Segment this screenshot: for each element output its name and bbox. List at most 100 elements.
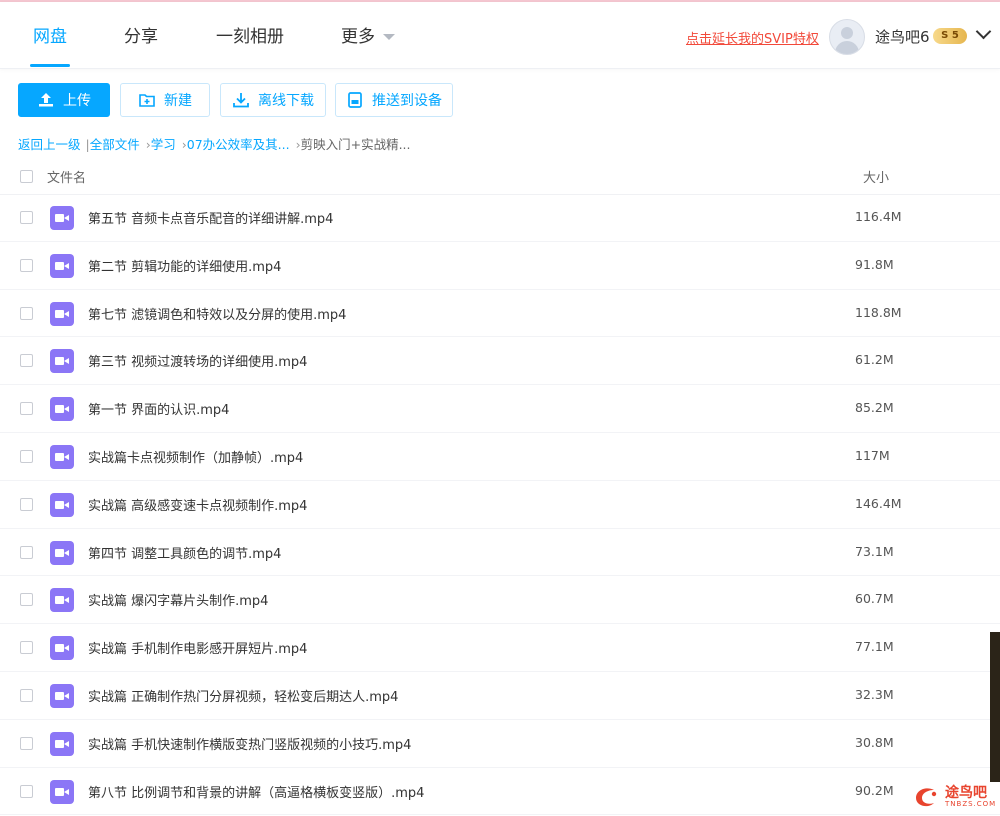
- breadcrumb-item-current: 剪映入门+实战精...: [300, 137, 411, 152]
- file-name[interactable]: 实战篇 高级感变速卡点视频制作.mp4: [88, 495, 307, 514]
- file-list: 第五节 音频卡点音乐配音的详细讲解.mp4 116.4M 第二节 剪辑功能的详细使用…: [0, 194, 1000, 816]
- file-checkbox[interactable]: [20, 641, 33, 655]
- nav-tab-more[interactable]: 更多: [341, 22, 395, 47]
- file-name[interactable]: 实战篇 手机快速制作横版变热门竖版视频的小技巧.mp4: [88, 734, 411, 753]
- breadcrumb-item-office[interactable]: 07办公效率及其...: [187, 137, 290, 152]
- file-name[interactable]: 实战篇 手机制作电影感开屏短片.mp4: [88, 638, 307, 657]
- breadcrumb-item-all-files[interactable]: 全部文件: [90, 137, 140, 152]
- avatar-body: [835, 41, 859, 54]
- file-checkbox[interactable]: [20, 688, 33, 702]
- file-size: 60.7M: [855, 591, 894, 607]
- file-checkbox[interactable]: [20, 736, 33, 750]
- new-folder-icon: [139, 94, 155, 107]
- watermark-logo-icon: [916, 788, 937, 807]
- video-file-icon: [50, 540, 74, 565]
- watermark: 途鸟吧 TNBZS.COM: [912, 780, 996, 814]
- chevron-down-icon: [383, 34, 395, 40]
- file-name[interactable]: 第三节 视频过渡转场的详细使用.mp4: [88, 351, 307, 370]
- nav-tab-album[interactable]: 一刻相册: [216, 22, 284, 47]
- push-to-device-button[interactable]: 推送到设备: [335, 83, 453, 117]
- nav-tab-share[interactable]: 分享: [124, 22, 158, 47]
- file-size: 118.8M: [855, 304, 902, 320]
- file-row[interactable]: 实战篇卡点视频制作（加静帧）.mp4 117M: [0, 433, 1000, 481]
- column-header-size[interactable]: 大小: [863, 167, 889, 186]
- upload-label: 上传: [63, 93, 91, 109]
- file-row[interactable]: 第一节 界面的认识.mp4 85.2M: [0, 385, 1000, 433]
- file-row[interactable]: 第三节 视频过渡转场的详细使用.mp4 61.2M: [0, 337, 1000, 386]
- top-header: 网盘 分享 一刻相册 更多 点击延长我的SVIP特权 途鸟吧6 S 5: [0, 2, 1000, 69]
- video-file-icon: [50, 301, 74, 326]
- file-row[interactable]: 实战篇 高级感变速卡点视频制作.mp4 146.4M: [0, 481, 1000, 529]
- file-row[interactable]: 实战篇 手机制作电影感开屏短片.mp4 77.1M: [0, 624, 1000, 672]
- file-size: 85.2M: [855, 400, 894, 416]
- file-size: 117M: [855, 447, 890, 463]
- file-checkbox[interactable]: [20, 449, 33, 463]
- file-name[interactable]: 实战篇 正确制作热门分屏视频，轻松变后期达人.mp4: [88, 686, 398, 705]
- vip-level: 5: [951, 30, 959, 41]
- video-file-icon: [50, 397, 74, 422]
- file-name[interactable]: 第七节 滤镜调色和特效以及分屏的使用.mp4: [88, 304, 346, 323]
- user-menu-chevron-icon[interactable]: [975, 23, 992, 40]
- file-name[interactable]: 第八节 比例调节和背景的讲解（高逼格横板变竖版）.mp4: [88, 782, 424, 801]
- video-file-icon: [50, 731, 74, 756]
- file-row[interactable]: 第四节 调整工具颜色的调节.mp4 73.1M: [0, 529, 1000, 577]
- avatar[interactable]: [829, 19, 865, 55]
- video-file-icon: [50, 779, 74, 804]
- file-size: 146.4M: [855, 495, 902, 511]
- file-checkbox[interactable]: [20, 306, 33, 320]
- offline-download-button[interactable]: 离线下载: [220, 83, 326, 117]
- file-row[interactable]: 实战篇 手机快速制作横版变热门竖版视频的小技巧.mp4 30.8M: [0, 720, 1000, 768]
- file-list-header: 文件名 大小: [0, 158, 1000, 195]
- video-file-icon: [50, 492, 74, 517]
- file-checkbox[interactable]: [20, 784, 33, 798]
- nav-active-indicator: [30, 64, 70, 67]
- file-row[interactable]: 第七节 滤镜调色和特效以及分屏的使用.mp4 118.8M: [0, 290, 1000, 338]
- file-size: 61.2M: [855, 352, 894, 368]
- file-checkbox[interactable]: [20, 497, 33, 511]
- file-checkbox[interactable]: [20, 211, 33, 224]
- file-checkbox[interactable]: [20, 545, 33, 559]
- file-row[interactable]: 实战篇 正确制作热门分屏视频，轻松变后期达人.mp4 32.3M: [0, 672, 1000, 720]
- file-checkbox[interactable]: [20, 593, 33, 607]
- file-size: 91.8M: [855, 256, 894, 272]
- file-name[interactable]: 第一节 界面的认识.mp4: [88, 399, 229, 418]
- video-file-icon: [50, 636, 74, 661]
- breadcrumb-back[interactable]: 返回上一级: [18, 137, 81, 152]
- nav-tab-netdisk[interactable]: 网盘: [33, 22, 67, 47]
- watermark-text: 途鸟吧: [945, 785, 987, 801]
- push-to-device-label: 推送到设备: [372, 93, 442, 109]
- select-all-checkbox[interactable]: [20, 170, 33, 183]
- file-name[interactable]: 第二节 剪辑功能的详细使用.mp4: [88, 256, 281, 275]
- vip-level-badge: S 5: [933, 28, 967, 44]
- file-row[interactable]: 实战篇 爆闪字幕片头制作.mp4 60.7M: [0, 576, 1000, 625]
- file-checkbox[interactable]: [20, 354, 33, 368]
- file-name[interactable]: 实战篇 爆闪字幕片头制作.mp4: [88, 590, 268, 609]
- upload-button[interactable]: 上传: [18, 83, 110, 117]
- new-folder-label: 新建: [164, 93, 192, 109]
- video-file-icon: [50, 349, 74, 374]
- new-folder-button[interactable]: 新建: [120, 83, 210, 117]
- file-row[interactable]: 第五节 音频卡点音乐配音的详细讲解.mp4 116.4M: [0, 194, 1000, 242]
- breadcrumb: 返回上一级 |全部文件 ›学习 ›07办公效率及其... ›剪映入门+实战精...: [18, 134, 411, 153]
- watermark-subtext: TNBZS.COM: [945, 800, 997, 808]
- file-checkbox[interactable]: [20, 258, 33, 272]
- file-row[interactable]: 第八节 比例调节和背景的讲解（高逼格横板变竖版）.mp4 90.2M: [0, 768, 1000, 816]
- download-icon: [233, 93, 249, 108]
- avatar-head: [841, 27, 853, 39]
- username[interactable]: 途鸟吧6: [875, 26, 930, 47]
- file-name[interactable]: 实战篇卡点视频制作（加静帧）.mp4: [88, 447, 303, 466]
- video-file-icon: [50, 588, 74, 613]
- file-checkbox[interactable]: [20, 402, 33, 416]
- side-image-strip: [990, 632, 1000, 782]
- video-file-icon: [50, 206, 74, 230]
- breadcrumb-item-study[interactable]: 学习: [151, 137, 176, 152]
- file-name[interactable]: 第五节 音频卡点音乐配音的详细讲解.mp4: [88, 208, 333, 227]
- video-file-icon: [50, 444, 74, 469]
- file-size: 73.1M: [855, 543, 894, 559]
- offline-download-label: 离线下载: [258, 93, 314, 109]
- column-header-filename[interactable]: 文件名: [47, 167, 86, 186]
- upload-icon: [39, 93, 53, 107]
- svip-extend-link[interactable]: 点击延长我的SVIP特权: [686, 28, 819, 47]
- file-name[interactable]: 第四节 调整工具颜色的调节.mp4: [88, 543, 281, 562]
- file-row[interactable]: 第二节 剪辑功能的详细使用.mp4 91.8M: [0, 242, 1000, 290]
